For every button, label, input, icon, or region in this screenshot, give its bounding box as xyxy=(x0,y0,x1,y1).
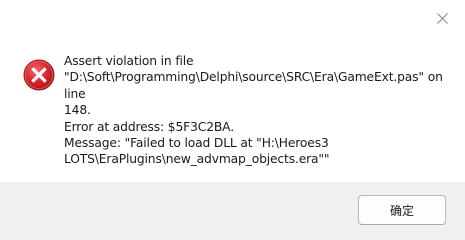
error-dialog: Assert violation in file "D:\Soft\Progra… xyxy=(0,0,465,240)
error-message: Assert violation in file "D:\Soft\Progra… xyxy=(64,54,443,167)
title-bar xyxy=(0,0,465,36)
close-icon xyxy=(436,12,448,24)
button-bar: 确定 xyxy=(0,182,465,240)
close-button[interactable] xyxy=(419,0,465,36)
error-icon xyxy=(23,59,55,91)
dialog-content: Assert violation in file "D:\Soft\Progra… xyxy=(0,36,465,182)
ok-button[interactable]: 确定 xyxy=(358,195,446,225)
